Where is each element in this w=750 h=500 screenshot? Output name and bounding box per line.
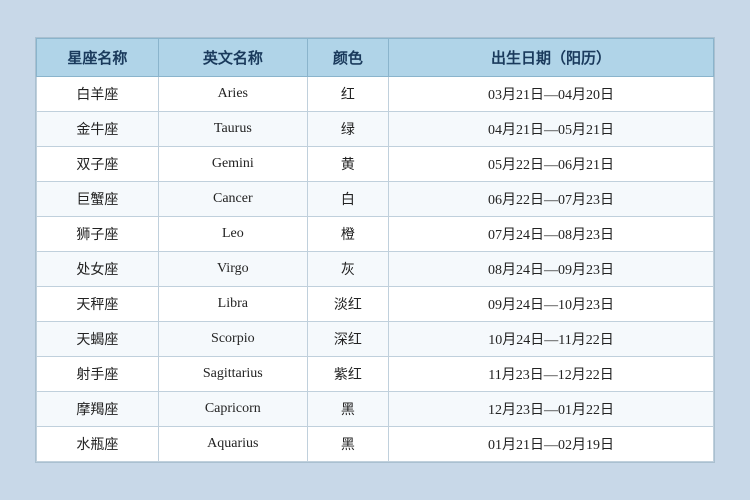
cell-date: 12月23日—01月22日 [389,392,714,427]
cell-zh-name: 射手座 [37,357,159,392]
cell-zh-name: 处女座 [37,252,159,287]
cell-en-name: Virgo [158,252,307,287]
cell-en-name: Scorpio [158,322,307,357]
table-row: 天秤座Libra淡红09月24日—10月23日 [37,287,714,322]
table-row: 白羊座Aries红03月21日—04月20日 [37,77,714,112]
zodiac-table: 星座名称 英文名称 颜色 出生日期（阳历） 白羊座Aries红03月21日—04… [36,38,714,462]
cell-color: 白 [307,182,388,217]
header-color: 颜色 [307,39,388,77]
cell-en-name: Leo [158,217,307,252]
header-zh-name: 星座名称 [37,39,159,77]
cell-color: 红 [307,77,388,112]
table-row: 巨蟹座Cancer白06月22日—07月23日 [37,182,714,217]
cell-date: 01月21日—02月19日 [389,427,714,462]
cell-date: 10月24日—11月22日 [389,322,714,357]
cell-date: 09月24日—10月23日 [389,287,714,322]
table-row: 处女座Virgo灰08月24日—09月23日 [37,252,714,287]
cell-zh-name: 摩羯座 [37,392,159,427]
cell-zh-name: 天蝎座 [37,322,159,357]
cell-en-name: Taurus [158,112,307,147]
cell-zh-name: 狮子座 [37,217,159,252]
cell-zh-name: 双子座 [37,147,159,182]
table-row: 水瓶座Aquarius黑01月21日—02月19日 [37,427,714,462]
cell-en-name: Sagittarius [158,357,307,392]
cell-en-name: Cancer [158,182,307,217]
cell-date: 11月23日—12月22日 [389,357,714,392]
cell-date: 07月24日—08月23日 [389,217,714,252]
zodiac-table-container: 星座名称 英文名称 颜色 出生日期（阳历） 白羊座Aries红03月21日—04… [35,37,715,463]
cell-date: 08月24日—09月23日 [389,252,714,287]
cell-color: 绿 [307,112,388,147]
cell-date: 06月22日—07月23日 [389,182,714,217]
cell-zh-name: 白羊座 [37,77,159,112]
cell-en-name: Gemini [158,147,307,182]
header-date: 出生日期（阳历） [389,39,714,77]
cell-zh-name: 金牛座 [37,112,159,147]
cell-en-name: Libra [158,287,307,322]
cell-color: 灰 [307,252,388,287]
cell-color: 紫红 [307,357,388,392]
cell-date: 05月22日—06月21日 [389,147,714,182]
header-en-name: 英文名称 [158,39,307,77]
cell-zh-name: 天秤座 [37,287,159,322]
table-row: 射手座Sagittarius紫红11月23日—12月22日 [37,357,714,392]
cell-en-name: Aquarius [158,427,307,462]
cell-color: 黄 [307,147,388,182]
cell-en-name: Capricorn [158,392,307,427]
table-row: 天蝎座Scorpio深红10月24日—11月22日 [37,322,714,357]
cell-zh-name: 巨蟹座 [37,182,159,217]
cell-en-name: Aries [158,77,307,112]
table-row: 狮子座Leo橙07月24日—08月23日 [37,217,714,252]
table-header-row: 星座名称 英文名称 颜色 出生日期（阳历） [37,39,714,77]
cell-color: 橙 [307,217,388,252]
table-row: 双子座Gemini黄05月22日—06月21日 [37,147,714,182]
cell-zh-name: 水瓶座 [37,427,159,462]
cell-color: 黑 [307,427,388,462]
table-row: 金牛座Taurus绿04月21日—05月21日 [37,112,714,147]
cell-date: 04月21日—05月21日 [389,112,714,147]
cell-color: 深红 [307,322,388,357]
cell-color: 淡红 [307,287,388,322]
cell-date: 03月21日—04月20日 [389,77,714,112]
table-body: 白羊座Aries红03月21日—04月20日金牛座Taurus绿04月21日—0… [37,77,714,462]
table-row: 摩羯座Capricorn黑12月23日—01月22日 [37,392,714,427]
cell-color: 黑 [307,392,388,427]
